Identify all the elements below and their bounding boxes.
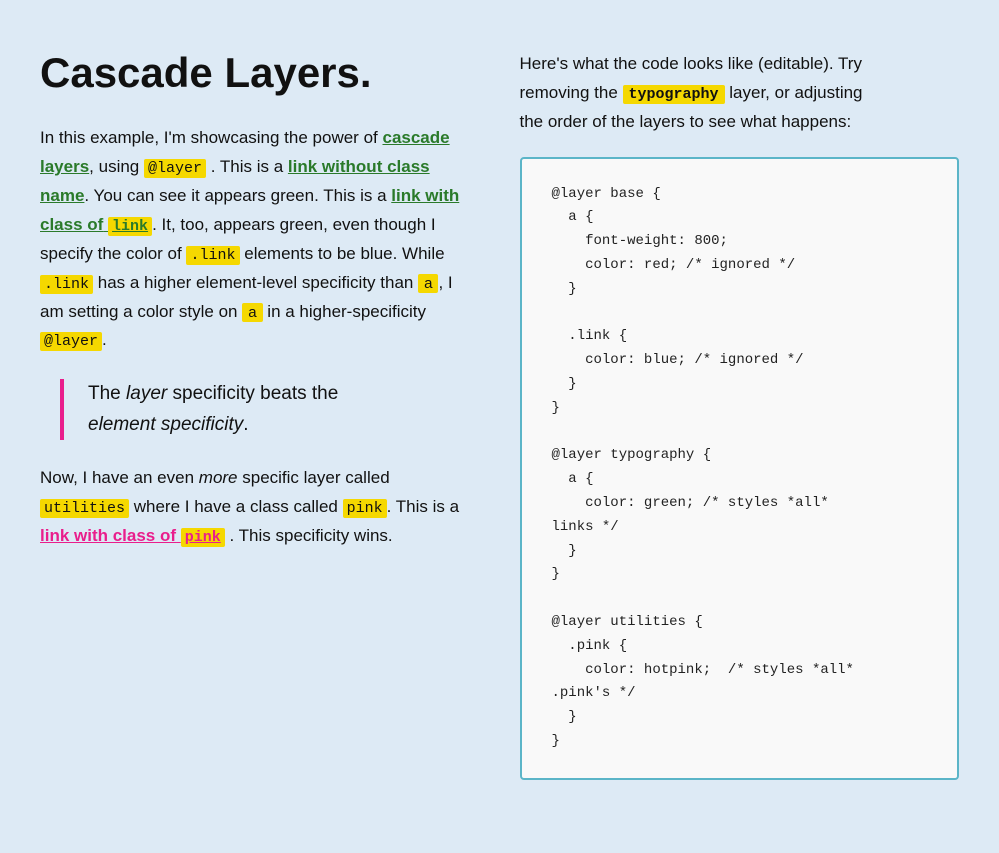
pink-badge: pink [343, 499, 387, 518]
bottom-paragraph: Now, I have an even more specific layer … [40, 464, 480, 551]
intro-paragraph: In this example, I'm showcasing the powe… [40, 124, 480, 355]
specific-text: specific layer called [242, 468, 389, 487]
blockquote: The layer specificity beats the element … [60, 379, 480, 440]
has-higher-text: has a higher element-level specificity t… [98, 273, 414, 292]
page-title: Cascade Layers. [40, 50, 480, 96]
link-badge-3: .link [40, 275, 93, 294]
at-layer-badge-2: @layer [40, 332, 102, 351]
link-badge-2: .link [186, 246, 239, 265]
elements-blue-text: elements to be blue. While [244, 244, 444, 263]
period-text: . [102, 330, 107, 349]
pink-link-label: link with class of [40, 526, 176, 545]
intro-text-1: In this example, I'm showcasing the powe… [40, 128, 378, 147]
right-intro-removing: removing the [520, 83, 618, 102]
this-is-a-2: . This is a [387, 497, 459, 516]
more-em: more [199, 468, 238, 487]
blockquote-the: The [88, 383, 121, 404]
link-badge-1: link [108, 217, 152, 236]
right-intro-line4: the order of the layers to see what happ… [520, 112, 852, 131]
blockquote-layer-em: layer [126, 383, 167, 404]
left-column: Cascade Layers. In this example, I'm sho… [40, 40, 480, 551]
blockquote-text: The layer specificity beats the element … [88, 379, 480, 440]
utilities-badge: utilities [40, 499, 129, 518]
where-text: where I have a class called [134, 497, 338, 516]
at-layer-badge-1: @layer [144, 159, 206, 178]
a-badge-1: a [418, 274, 438, 293]
in-higher-text: in a higher-specificity [267, 302, 426, 321]
pink-link[interactable]: link with class of pink [40, 526, 225, 545]
code-content: @layer base { a { font-weight: 800; colo… [552, 186, 854, 749]
right-intro-line1: Here's what the code looks like (editabl… [520, 54, 862, 73]
blockquote-element-specificity: element specificity [88, 414, 243, 435]
blockquote-period: . [243, 414, 248, 435]
right-intro-line3: layer, or adjusting [729, 83, 862, 102]
now-text: Now, I have an even [40, 468, 194, 487]
this-is-a-text: . This is a [211, 157, 283, 176]
typography-highlight: typography [623, 85, 725, 104]
using-text: , using [89, 157, 139, 176]
code-editor[interactable]: @layer base { a { font-weight: 800; colo… [520, 157, 960, 780]
a-badge-2: a [242, 303, 262, 322]
right-intro-text: Here's what the code looks like (editabl… [520, 50, 960, 137]
this-spec-text: . This specificity wins. [230, 526, 393, 545]
main-layout: Cascade Layers. In this example, I'm sho… [40, 40, 959, 780]
right-column: Here's what the code looks like (editabl… [520, 40, 960, 780]
blockquote-specificity-beats: specificity beats the [173, 383, 339, 404]
pink-highlight: pink [181, 528, 225, 547]
you-can-see-text: . You can see it appears green. This is … [84, 186, 386, 205]
